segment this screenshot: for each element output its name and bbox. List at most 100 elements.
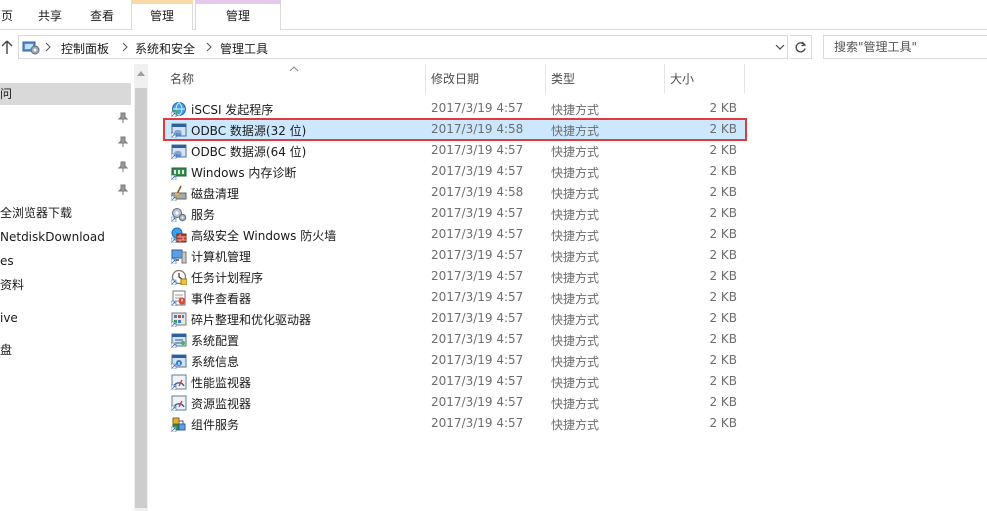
file-type: 快捷方式: [551, 292, 600, 306]
column-header-name[interactable]: 名称: [170, 64, 194, 94]
nav-item-drive[interactable]: ive: [0, 307, 18, 329]
gauge-icon: [171, 395, 187, 411]
refresh-button[interactable]: [790, 35, 812, 59]
file-row[interactable]: 事件查看器 2017/3/19 4:57 快捷方式 2 KB: [164, 287, 746, 308]
file-row[interactable]: 系统信息 2017/3/19 4:57 快捷方式 2 KB: [164, 350, 746, 371]
nav-item-disk[interactable]: 盘: [0, 339, 12, 361]
file-name: ODBC 数据源(32 位): [191, 124, 307, 138]
chevron-right-icon[interactable]: [205, 42, 213, 52]
file-name: iSCSI 发起程序: [191, 103, 274, 117]
components-icon: [171, 417, 186, 432]
file-row[interactable]: 组件服务 2017/3/19 4:57 快捷方式 2 KB: [164, 413, 746, 434]
column-divider[interactable]: [744, 64, 745, 94]
file-type: 快捷方式: [551, 208, 600, 222]
column-divider[interactable]: [545, 64, 546, 94]
file-row[interactable]: 服务 2017/3/19 4:57 快捷方式 2 KB: [164, 203, 746, 224]
nav-item-materials[interactable]: 资料: [0, 274, 24, 296]
file-name: 组件服务: [191, 418, 240, 432]
file-type: 快捷方式: [551, 124, 600, 138]
file-size: 2 KB: [709, 101, 737, 115]
file-row[interactable]: 高级安全 Windows 防火墙 2017/3/19 4:57 快捷方式 2 KB: [164, 224, 746, 245]
file-type: 快捷方式: [551, 250, 600, 264]
file-size: 2 KB: [709, 269, 737, 283]
nav-item-browser-downloads[interactable]: 全浏览器下载: [0, 202, 72, 224]
tab-view[interactable]: 查看: [82, 0, 122, 30]
file-date: 2017/3/19 4:57: [431, 416, 524, 430]
chevron-down-icon[interactable]: [775, 43, 785, 51]
pin-icon[interactable]: [118, 112, 128, 124]
tab-share[interactable]: 共享: [30, 0, 70, 30]
file-date: 2017/3/19 4:57: [431, 269, 524, 283]
tab-home[interactable]: 页: [0, 0, 14, 30]
nav-item-selected[interactable]: 问: [0, 83, 131, 105]
file-row[interactable]: 任务计划程序 2017/3/19 4:57 快捷方式 2 KB: [164, 266, 746, 287]
file-name: 系统配置: [191, 334, 240, 348]
scroll-up-icon[interactable]: [137, 70, 145, 76]
file-row[interactable]: ODBC 数据源(64 位) 2017/3/19 4:57 快捷方式 2 KB: [164, 140, 746, 161]
database-icon: [171, 123, 187, 138]
nav-scrollbar[interactable]: [134, 64, 148, 511]
search-input[interactable]: 搜索"管理工具": [823, 35, 987, 59]
file-size: 2 KB: [709, 206, 737, 220]
file-row[interactable]: 计算机管理 2017/3/19 4:57 快捷方式 2 KB: [164, 245, 746, 266]
file-type: 快捷方式: [551, 187, 600, 201]
file-row[interactable]: 碎片整理和优化驱动器 2017/3/19 4:57 快捷方式 2 KB: [164, 308, 746, 329]
sort-ascending-icon: [289, 66, 299, 72]
file-size: 2 KB: [709, 248, 737, 262]
nav-item-netdisk-download[interactable]: NetdiskDownload: [0, 226, 105, 248]
file-name: 任务计划程序: [191, 271, 264, 285]
file-name: 性能监视器: [191, 376, 252, 390]
tab-manage-1[interactable]: 管理: [131, 4, 193, 30]
file-type: 快捷方式: [551, 166, 600, 180]
globe-icon: [171, 102, 186, 117]
breadcrumb-control-panel[interactable]: 控制面板: [61, 40, 109, 57]
file-name: 事件查看器: [191, 292, 252, 306]
pin-icon[interactable]: [118, 136, 128, 148]
column-header-size[interactable]: 大小: [670, 64, 694, 94]
up-arrow-icon[interactable]: [0, 39, 14, 55]
chevron-right-icon[interactable]: [121, 42, 129, 52]
file-date: 2017/3/19 4:57: [431, 164, 524, 178]
file-row[interactable]: 系统配置 2017/3/19 4:57 快捷方式 2 KB: [164, 329, 746, 350]
file-size: 2 KB: [709, 416, 737, 430]
address-bar[interactable]: 控制面板 系统和安全 管理工具: [18, 35, 788, 59]
file-name: Windows 内存诊断: [191, 166, 297, 180]
nav-scroll-thumb[interactable]: [135, 88, 147, 508]
file-date: 2017/3/19 4:58: [431, 185, 524, 199]
file-row[interactable]: Windows 内存诊断 2017/3/19 4:57 快捷方式 2 KB: [164, 161, 746, 182]
pin-icon[interactable]: [118, 161, 128, 173]
file-date: 2017/3/19 4:57: [431, 143, 524, 157]
file-row-selected[interactable]: ODBC 数据源(32 位) 2017/3/19 4:58 快捷方式 2 KB: [163, 118, 747, 141]
file-name: 计算机管理: [191, 250, 252, 264]
navigation-pane: 问 全浏览器下载 NetdiskDownload es 资料 ive 盘: [0, 64, 134, 511]
column-divider[interactable]: [425, 64, 426, 94]
file-date: 2017/3/19 4:57: [431, 374, 524, 388]
file-date: 2017/3/19 4:57: [431, 332, 524, 346]
tab-manage-2[interactable]: 管理: [195, 4, 281, 30]
file-name: 系统信息: [191, 355, 240, 369]
file-date: 2017/3/19 4:57: [431, 395, 524, 409]
pin-icon[interactable]: [118, 184, 128, 196]
chevron-right-icon[interactable]: [44, 42, 52, 52]
column-divider[interactable]: [664, 64, 665, 94]
file-row[interactable]: 资源监视器 2017/3/19 4:57 快捷方式 2 KB: [164, 392, 746, 413]
breadcrumb-system-security[interactable]: 系统和安全: [135, 40, 195, 57]
file-row[interactable]: 性能监视器 2017/3/19 4:57 快捷方式 2 KB: [164, 371, 746, 392]
file-date: 2017/3/19 4:57: [431, 248, 524, 262]
file-date: 2017/3/19 4:57: [431, 227, 524, 241]
file-type: 快捷方式: [551, 355, 600, 369]
column-header-type[interactable]: 类型: [551, 64, 575, 94]
file-list: 名称 修改日期 类型 大小 iSCSI 发起程序 2017/3/19 4:57 快捷…: [152, 64, 987, 511]
breadcrumb-admin-tools[interactable]: 管理工具: [220, 40, 268, 57]
nav-item-es[interactable]: es: [0, 250, 14, 272]
file-size: 2 KB: [709, 374, 737, 388]
file-size: 2 KB: [709, 353, 737, 367]
file-row[interactable]: 磁盘清理 2017/3/19 4:58 快捷方式 2 KB: [164, 182, 746, 203]
gears-icon: [171, 208, 187, 222]
file-size: 2 KB: [709, 122, 737, 136]
column-header-modified[interactable]: 修改日期: [431, 64, 479, 94]
refresh-icon: [795, 41, 807, 52]
file-name: ODBC 数据源(64 位): [191, 145, 307, 159]
file-type: 快捷方式: [551, 376, 600, 390]
file-row[interactable]: iSCSI 发起程序 2017/3/19 4:57 快捷方式 2 KB: [164, 98, 746, 119]
